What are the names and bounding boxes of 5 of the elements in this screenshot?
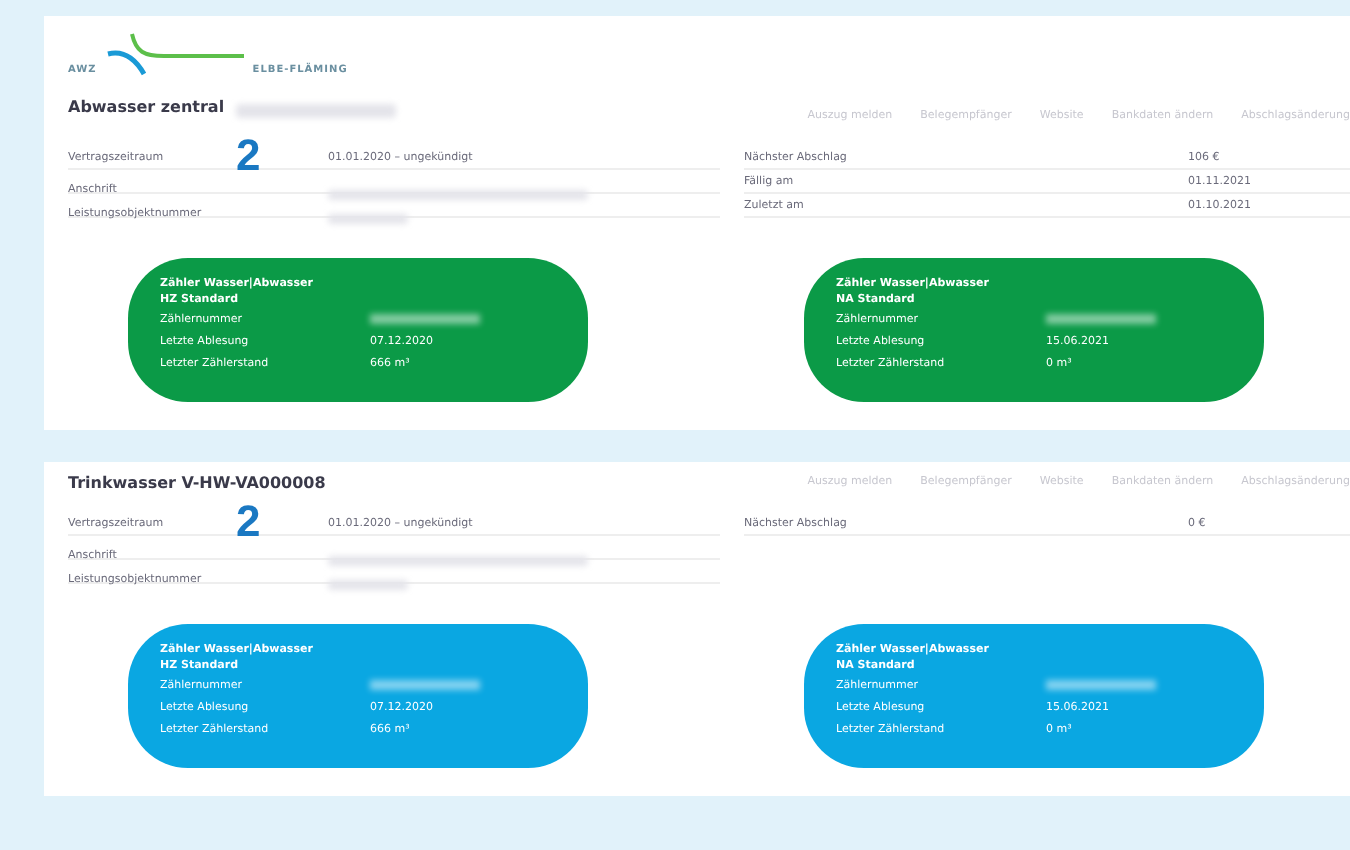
logo-icon [104,32,245,76]
section-title: Trinkwasser V-HW-VA000008 [68,474,326,492]
annotation-number: 2 [236,130,261,182]
section-title: Abwasser zentral [68,98,225,116]
annotation-number: 2 [236,496,261,548]
